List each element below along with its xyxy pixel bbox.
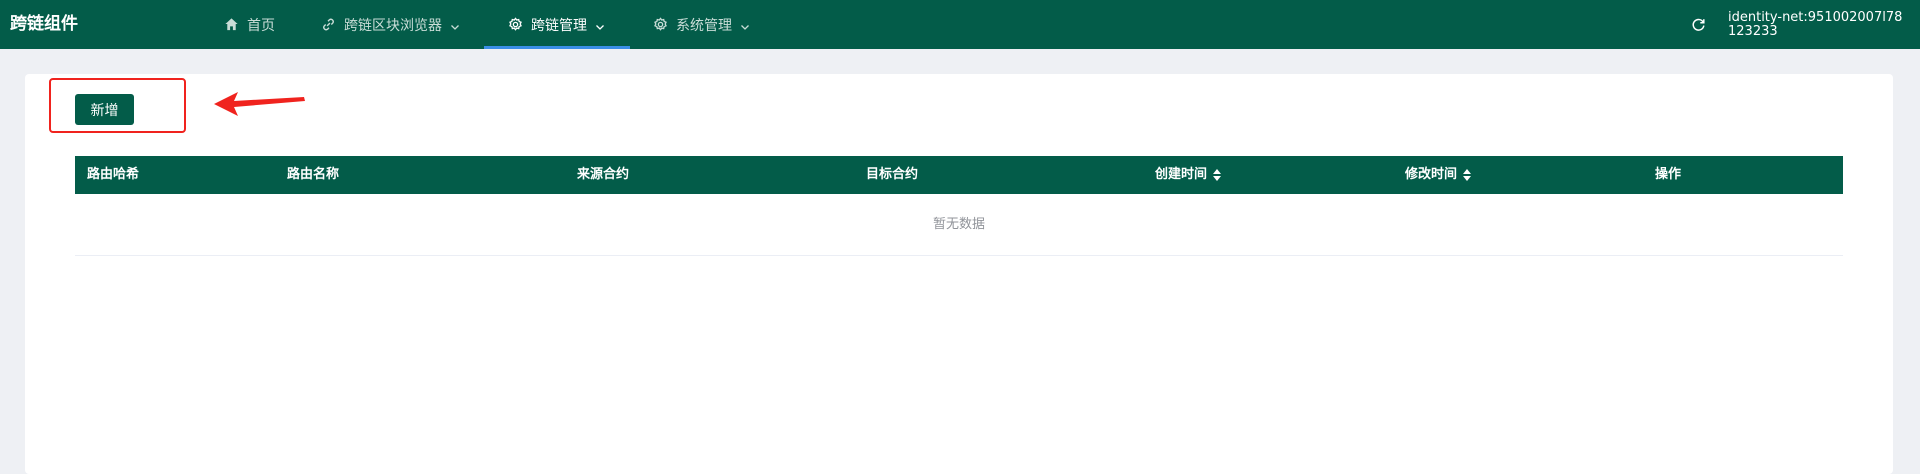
column-header-created-time[interactable]: 创建时间 bbox=[1155, 156, 1222, 194]
nav-label-crosschain-explorer: 跨链区块浏览器 bbox=[344, 17, 442, 34]
annotation-arrow-icon bbox=[214, 92, 305, 116]
column-header-target-contract: 目标合约 bbox=[866, 167, 919, 182]
column-header-route-name: 路由名称 bbox=[287, 167, 340, 182]
chevron-down-icon bbox=[450, 20, 460, 30]
nav-item-crosschain-explorer[interactable]: 跨链区块浏览器 bbox=[321, 0, 460, 49]
column-header-modified-time[interactable]: 修改时间 bbox=[1405, 156, 1472, 194]
link-icon bbox=[321, 17, 336, 32]
nav-item-crosschain-management[interactable]: 跨链管理 bbox=[508, 0, 605, 49]
column-header-route-hash: 路由哈希 bbox=[87, 167, 140, 182]
nav-item-home[interactable]: 首页 bbox=[224, 0, 275, 49]
home-icon bbox=[224, 17, 239, 32]
refresh-icon[interactable] bbox=[1690, 16, 1707, 33]
nav-label-system-management: 系统管理 bbox=[676, 17, 732, 34]
app-title: 跨链组件 bbox=[10, 14, 78, 34]
identity-label: identity-net:951002007l78123233 bbox=[1728, 10, 1903, 39]
gear-icon bbox=[508, 17, 523, 32]
nav-item-system-management[interactable]: 系统管理 bbox=[653, 0, 750, 49]
nav-label-crosschain-management: 跨链管理 bbox=[531, 17, 587, 34]
column-header-actions: 操作 bbox=[1655, 167, 1682, 182]
nav-label-home: 首页 bbox=[247, 17, 275, 34]
table-header: 路由哈希 路由名称 来源合约 目标合约 创建时间 修改时间 操作 bbox=[75, 156, 1843, 194]
annotation-highlight-box bbox=[49, 78, 186, 133]
sort-icon[interactable] bbox=[1213, 169, 1222, 181]
chevron-down-icon bbox=[740, 20, 750, 30]
sort-icon[interactable] bbox=[1463, 169, 1472, 181]
routes-table: 路由哈希 路由名称 来源合约 目标合约 创建时间 修改时间 操作 暂无数据 bbox=[75, 156, 1843, 256]
column-header-source-contract: 来源合约 bbox=[577, 167, 630, 182]
chevron-down-icon bbox=[595, 20, 605, 30]
table-empty-text: 暂无数据 bbox=[75, 194, 1843, 256]
content-panel bbox=[25, 74, 1893, 474]
gear-icon bbox=[653, 17, 668, 32]
top-navbar: 跨链组件 首页 跨链区块浏览器 跨链管理 系统管理 identity-net:9… bbox=[0, 0, 1920, 49]
active-tab-indicator bbox=[484, 46, 630, 49]
